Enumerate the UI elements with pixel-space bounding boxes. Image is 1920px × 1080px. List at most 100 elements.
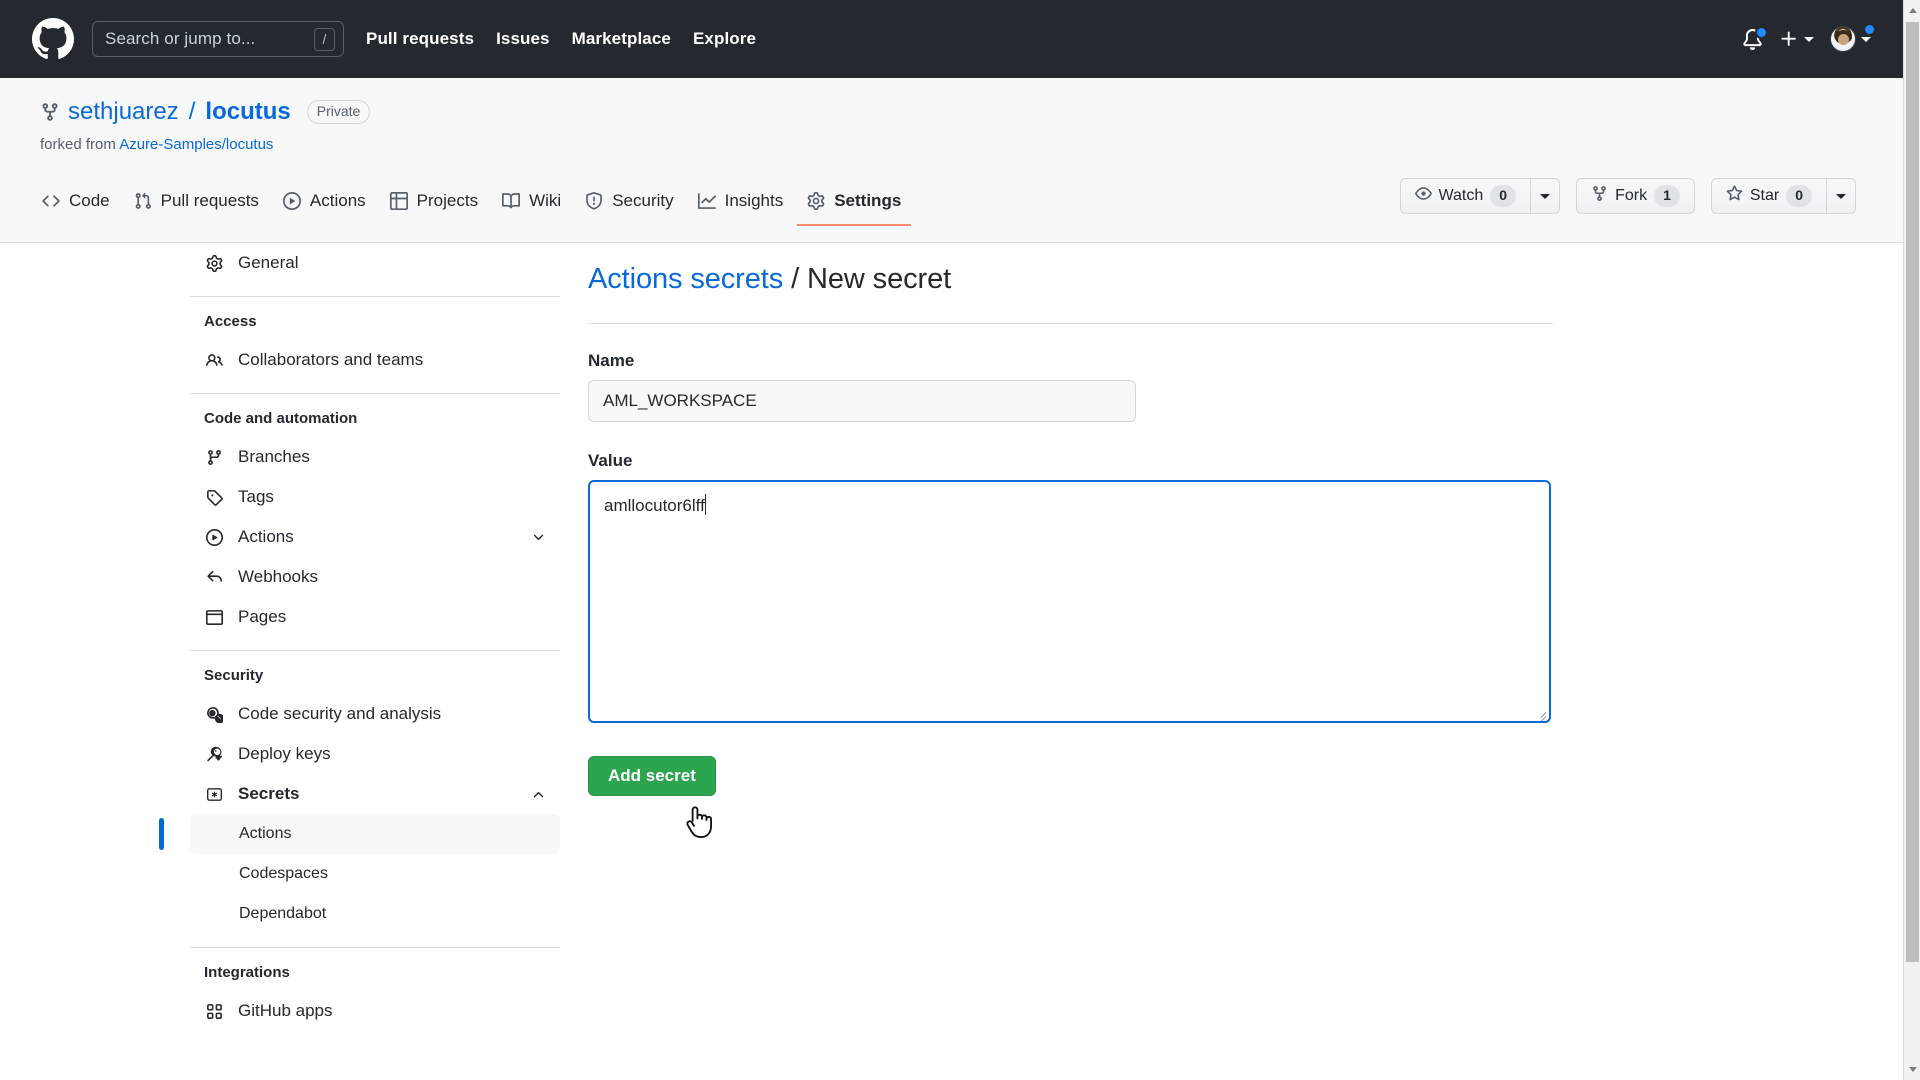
star-button-group: Star 0 [1710,178,1856,214]
resize-handle[interactable] [1534,706,1547,721]
sidebar-item-github-apps[interactable]: GitHub apps [190,991,560,1031]
forked-from-text: forked from Azure-Samples/locutus [40,136,273,153]
star-dropdown-button[interactable] [1826,178,1856,214]
sidebar-item-tags[interactable]: Tags [190,477,560,517]
repository-nav-tabs: Code Pull requests Actions Projects Wiki… [32,183,912,226]
chevron-down-icon[interactable] [531,530,546,545]
gear-icon [204,254,224,272]
global-nav-issues[interactable]: Issues [496,29,550,49]
global-header-right [1742,23,1883,52]
chevron-down-icon [1804,36,1814,42]
fork-count: 1 [1654,185,1680,207]
tab-settings[interactable]: Settings [797,183,912,226]
browser-icon [204,609,224,626]
tab-actions[interactable]: Actions [273,183,376,226]
tab-insights[interactable]: Insights [688,183,794,226]
tab-settings-label: Settings [834,191,902,210]
forked-from-link[interactable]: Azure-Samples/locutus [119,136,273,153]
sidebar-group-security-title: Security [204,667,264,684]
tab-pull-requests[interactable]: Pull requests [124,183,269,226]
webhook-icon [204,569,224,586]
tab-security-label: Security [612,191,674,210]
people-icon [204,352,224,369]
scroll-up-arrow[interactable] [1904,2,1920,19]
notifications-button[interactable] [1742,25,1768,50]
play-icon [204,528,224,546]
secret-value-textarea[interactable]: amllocutor6lff [588,480,1551,723]
star-label: Star [1749,187,1780,204]
secret-name-input[interactable]: AML_WORKSPACE [588,380,1136,422]
sidebar-item-actions[interactable]: Actions [190,517,560,557]
value-field-label: Value [588,451,633,470]
sidebar-subitem-secrets-actions[interactable]: Actions [159,814,560,854]
repo-name-separator: / [188,98,196,125]
scrollbar-thumb[interactable] [1906,22,1919,962]
create-new-button[interactable] [1779,29,1814,49]
vertical-scrollbar[interactable] [1903,0,1920,1080]
fork-button-group: Fork 1 [1576,178,1695,214]
watch-dropdown-button[interactable] [1530,178,1561,214]
search-input[interactable]: Search or jump to... / [92,21,344,57]
github-mark-icon[interactable] [32,18,74,60]
sidebar-item-code-security-and-analysis[interactable]: Code security and analysis [190,694,560,734]
global-nav-explore[interactable]: Explore [693,29,756,49]
sidebar-group-code-and-automation-title: Code and automation [204,410,358,427]
repo-name-link[interactable]: locutus [205,98,290,126]
plus-icon [1781,31,1796,46]
new-secret-form: Actions secrets / New secret Name AML_WO… [588,243,1553,796]
graph-icon [697,192,716,210]
sidebar-item-pages-label: Pages [238,607,287,626]
play-icon [282,192,301,210]
sidebar-item-pages[interactable]: Pages [190,597,560,637]
name-field-label: Name [588,351,635,370]
watch-button[interactable]: Watch 0 [1399,178,1531,214]
tab-code[interactable]: Code [32,183,120,226]
scroll-down-arrow[interactable] [1904,1061,1920,1078]
sidebar-item-branches[interactable]: Branches [190,437,560,477]
breadcrumb-current: New secret [807,263,952,295]
sidebar-item-webhooks-label: Webhooks [238,567,319,586]
tag-icon [204,489,224,506]
sidebar-divider [190,393,560,394]
tab-projects[interactable]: Projects [380,183,488,226]
tab-actions-label: Actions [309,191,366,210]
sidebar-item-deploy-keys[interactable]: Deploy keys [190,734,560,774]
add-secret-button[interactable]: Add secret [588,756,716,796]
repo-forked-icon [40,102,60,122]
repo-forked-icon [1591,185,1608,207]
forked-from-prefix: forked from [40,136,116,153]
text-caret [704,494,706,515]
chevron-up-icon[interactable] [531,787,546,802]
tab-wiki[interactable]: Wiki [492,183,571,226]
git-branch-icon [204,449,224,466]
watch-label: Watch [1438,187,1484,204]
star-button[interactable]: Star 0 [1710,178,1826,214]
tab-code-label: Code [69,191,110,210]
repo-owner-link[interactable]: sethjuarez [68,98,179,126]
sidebar-subitem-dependabot-label: Dependabot [239,905,327,922]
sidebar-item-secrets[interactable]: Secrets [190,774,560,814]
tab-security[interactable]: Security [575,183,683,226]
fork-button[interactable]: Fork 1 [1576,178,1695,214]
star-count: 0 [1786,185,1812,207]
sidebar-item-actions-label: Actions [238,527,294,546]
sidebar-item-general-label: General [238,253,299,272]
global-nav-marketplace[interactable]: Marketplace [572,29,671,49]
watch-button-group: Watch 0 [1399,178,1561,214]
account-menu-button[interactable] [1830,23,1876,52]
repository-action-buttons: Watch 0 Fork 1 Star 0 [1384,178,1856,214]
sidebar-item-collaborators-and-teams[interactable]: Collaborators and teams [190,340,560,380]
global-nav-pull-requests[interactable]: Pull requests [366,29,474,49]
breadcrumb-separator: / [783,263,808,295]
page-title: Actions secrets / New secret [588,243,1553,296]
sidebar-subitem-secrets-dependabot[interactable]: Dependabot [190,894,560,934]
key-icon [204,746,224,763]
sidebar-item-webhooks[interactable]: Webhooks [190,557,560,597]
asterisk-box-icon [204,786,224,803]
sidebar-item-collaborators-label: Collaborators and teams [238,350,424,369]
sidebar-item-general[interactable]: General [190,243,560,283]
sidebar-subitem-secrets-codespaces[interactable]: Codespaces [190,854,560,894]
breadcrumb-actions-secrets-link[interactable]: Actions secrets [588,263,783,295]
repository-title: sethjuarez / locutus Private [40,98,371,126]
account-indicator-dot [1863,23,1876,36]
